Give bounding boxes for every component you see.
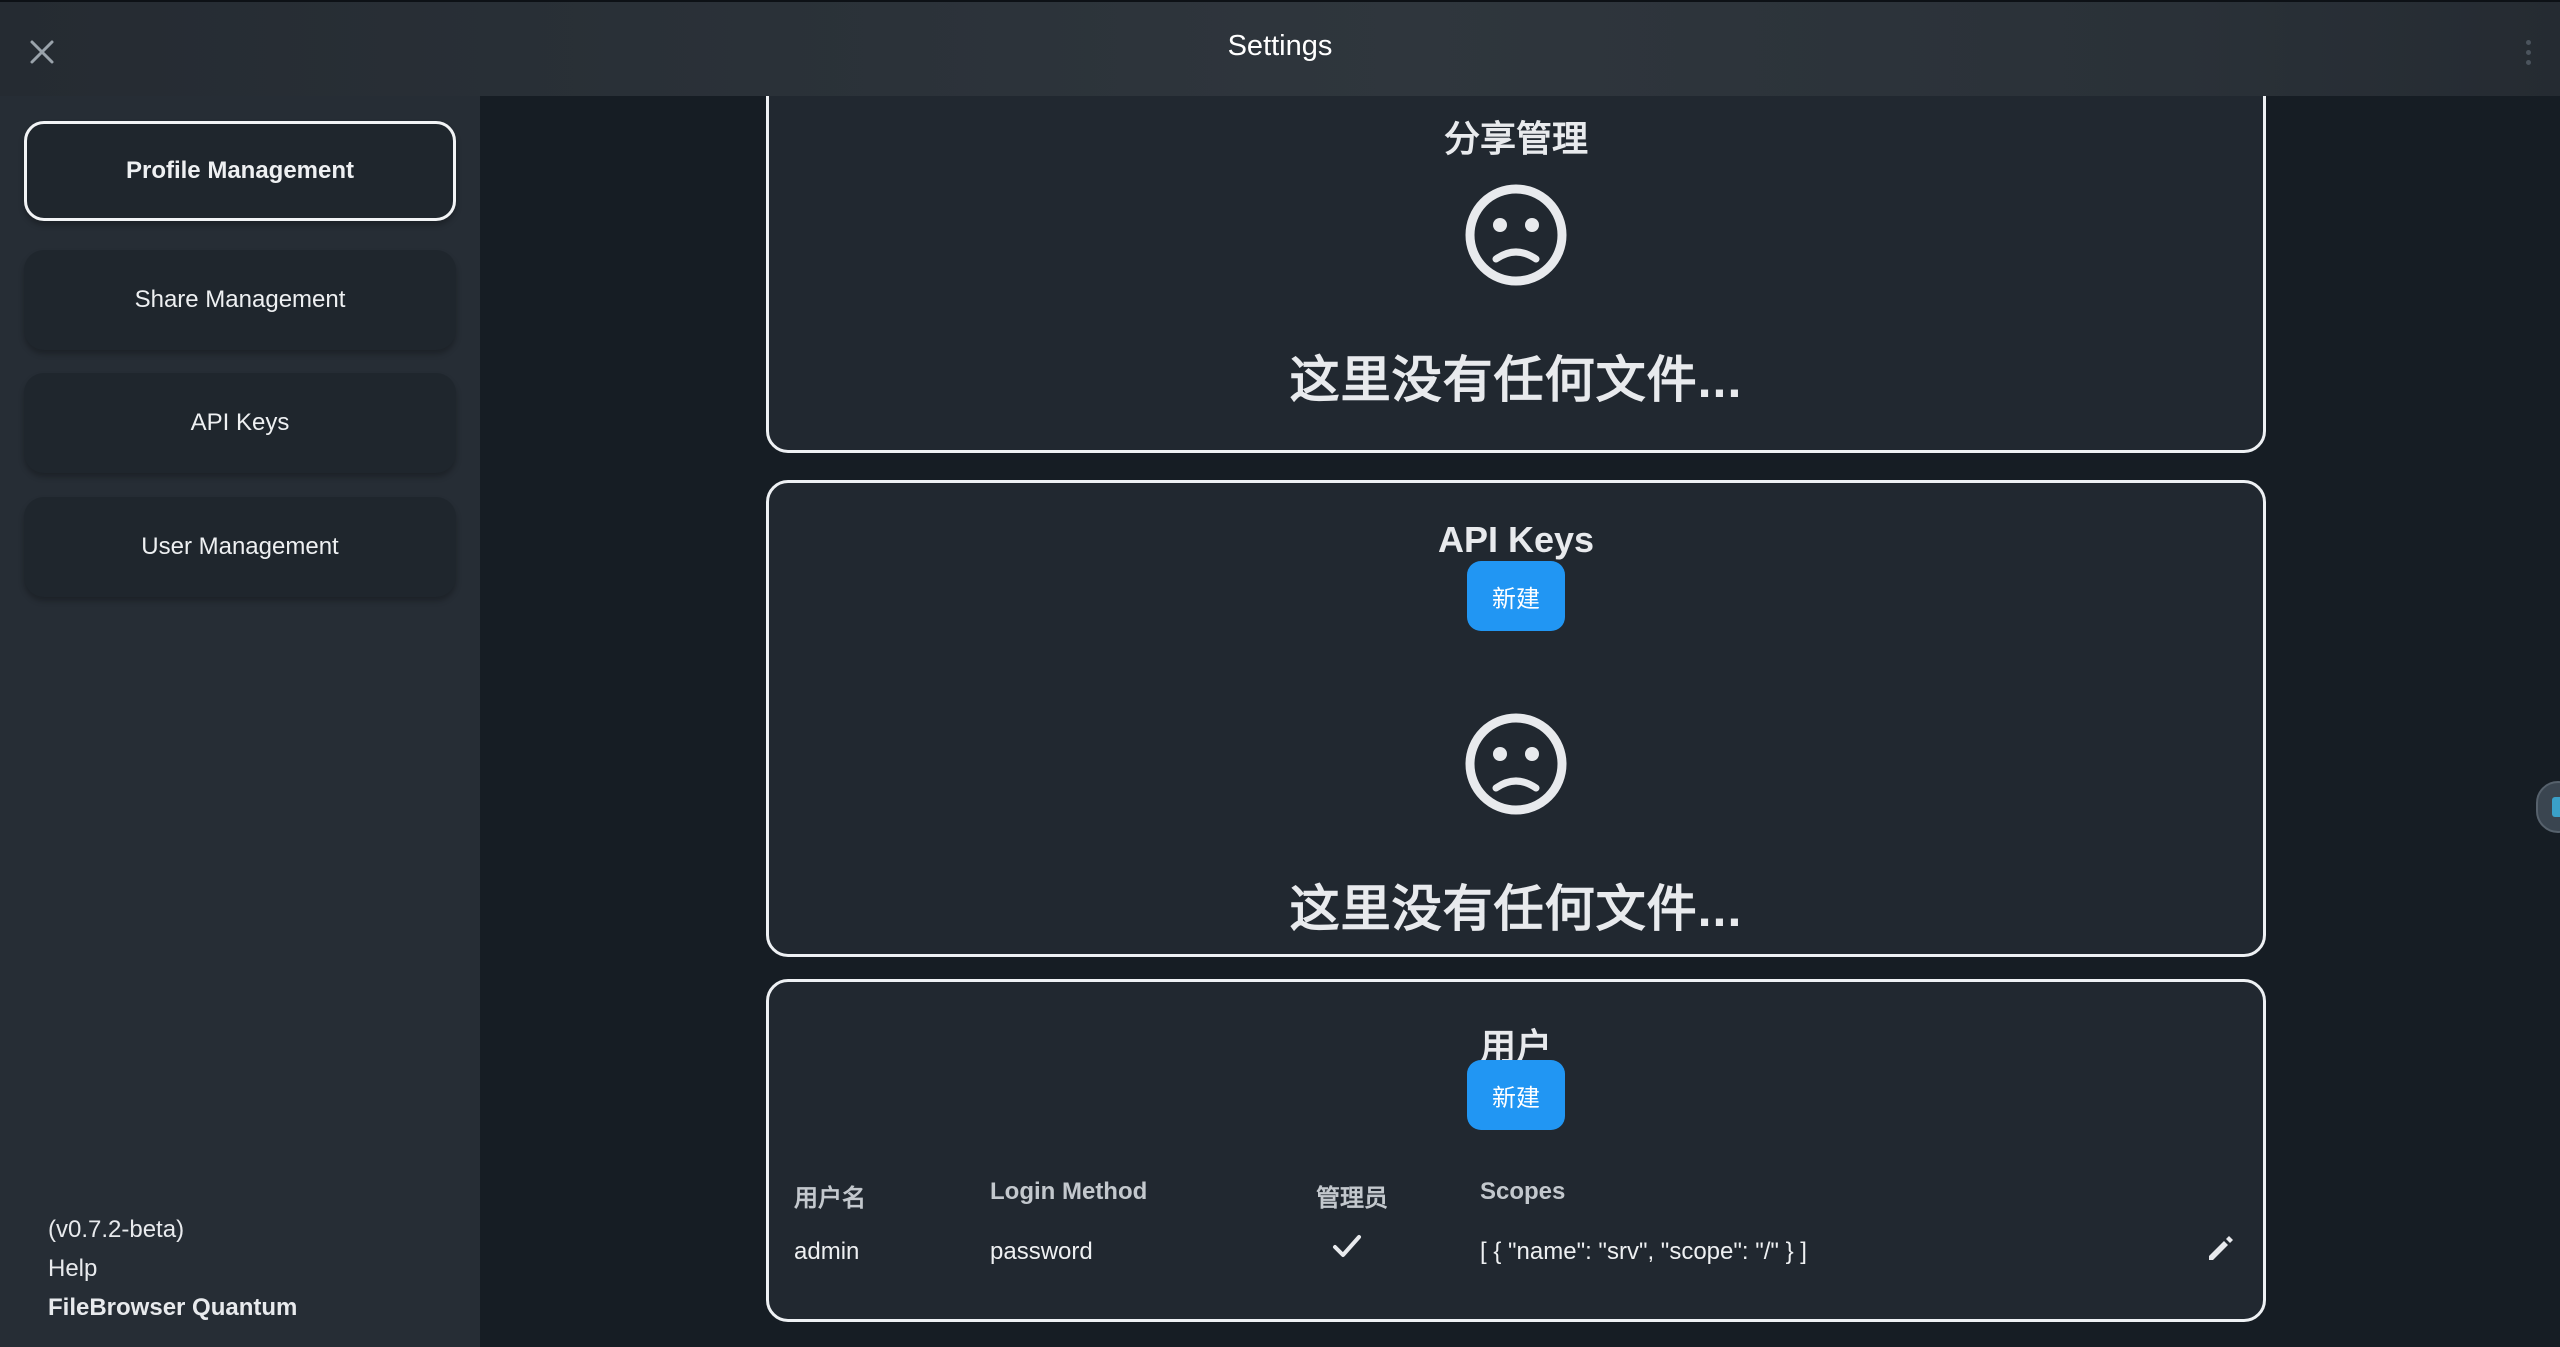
sad-face-icon: [1465, 184, 1567, 286]
column-header-admin: 管理员: [1316, 1185, 1388, 1212]
new-user-button[interactable]: 新建: [1467, 1060, 1565, 1130]
cell-username: admin: [794, 1238, 860, 1265]
sidebar-item-label: Profile Management: [125, 157, 355, 184]
floating-handle-icon[interactable]: [2536, 781, 2560, 833]
empty-message: 这里没有任何文件...: [1289, 352, 1743, 408]
users-card: 用户 新建 用户名 Login Method 管理员 Scopes admin …: [766, 979, 2266, 1322]
brand-name: FileBrowser Quantum: [48, 1294, 298, 1321]
more-vertical-icon[interactable]: [2516, 32, 2540, 72]
version-label: (v0.7.2-beta): [48, 1216, 185, 1243]
sidebar: Profile Management Share Management API …: [0, 96, 480, 1347]
sidebar-footer: (v0.7.2-beta) Help FileBrowser Quantum: [48, 1210, 297, 1327]
sidebar-item-user-management[interactable]: User Management: [24, 497, 456, 597]
cell-login-method: password: [990, 1238, 1093, 1265]
pencil-icon[interactable]: [2201, 1228, 2241, 1268]
sad-face-icon: [1465, 713, 1567, 815]
sidebar-item-label: Share Management: [134, 286, 346, 313]
column-header-scopes: Scopes: [1480, 1178, 1566, 1205]
check-icon: [1331, 1230, 1363, 1269]
sidebar-item-label: API Keys: [190, 409, 290, 436]
sidebar-item-label: User Management: [141, 533, 339, 560]
card-title: API Keys: [1437, 519, 1595, 560]
top-bar: Settings: [0, 0, 2560, 96]
sidebar-item-profile-management[interactable]: Profile Management: [24, 121, 456, 221]
cell-scopes: [ { "name": "srv", "scope": "/" } ]: [1480, 1238, 1807, 1265]
empty-message: 这里没有任何文件...: [1289, 881, 1743, 937]
card-title: 分享管理: [1443, 118, 1588, 159]
page-title: Settings: [1227, 30, 1333, 62]
column-header-login-method: Login Method: [990, 1178, 1148, 1205]
column-header-username: 用户名: [794, 1185, 866, 1212]
main-content: 分享管理 这里没有任何文件... API Keys 新建 这里没有任何文件...…: [480, 96, 2560, 1347]
sidebar-item-api-keys[interactable]: API Keys: [24, 373, 456, 473]
help-link[interactable]: Help: [48, 1249, 297, 1288]
sidebar-item-share-management[interactable]: Share Management: [24, 250, 456, 350]
api-keys-card: API Keys 新建 这里没有任何文件...: [766, 480, 2266, 957]
new-api-key-button[interactable]: 新建: [1467, 561, 1565, 631]
share-management-card: 分享管理 这里没有任何文件...: [766, 96, 2266, 453]
